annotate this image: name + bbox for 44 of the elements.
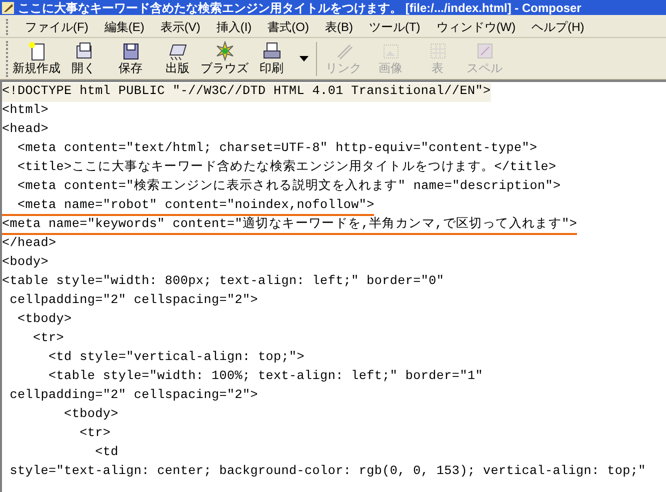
code-line: <meta name="keywords" content="適切なキーワードを,半角カンマ,で区切って入れます"> (2, 216, 578, 235)
toolbar-button[interactable]: 出版 (154, 38, 201, 78)
code-line: <table style="width: 100%; text-align: left;" border="1" (48, 368, 483, 385)
code-line: <td (94, 444, 118, 461)
spell-check-icon (474, 41, 494, 61)
menu-item[interactable]: 書式(O) (260, 16, 317, 38)
menu-item[interactable]: ファイル(F) (17, 16, 96, 38)
new-document-icon (26, 41, 46, 61)
code-line: <meta name="robot" content="noindex,nofollow"> (2, 197, 374, 216)
source-editor[interactable] (0, 80, 666, 492)
code-line: <td style="vertical-align: top;"> (48, 349, 305, 366)
code-line: cellpadding="2" cellspacing="2"> (8, 387, 258, 404)
menu-item[interactable]: 挿入(I) (208, 16, 260, 38)
code-line: <body> (2, 254, 49, 271)
code-line: <head> (2, 121, 49, 138)
code-line: style="text-align: center; background-color: rgb(0, 0, 153); vertical-align: top;" (8, 463, 646, 480)
window-title: ここに大事なキーワード含めたな検索エンジン用タイトルをつけます。 [file:/.../index.html] - Composer (18, 2, 582, 14)
menu-item[interactable]: ヘルプ(H) (524, 16, 592, 38)
starburst-icon (214, 41, 234, 61)
code-line: <tbody> (63, 406, 118, 423)
toolbar-button[interactable]: 保存 (107, 38, 154, 78)
toolbar-button[interactable]: ブラウズ (201, 38, 248, 78)
code-line: <title>ここに大事なキーワード含めたな検索エンジン用タイトルをつけます。</title> (16, 159, 556, 176)
code-line: <meta content="検索エンジンに表示される説明文を入れます" name="description"> (16, 178, 561, 195)
toolbar-button[interactable]: 新規作成 (13, 38, 60, 78)
menu-item[interactable]: 表(B) (316, 16, 361, 38)
code-line: <tr> (78, 425, 111, 442)
code-line: <html> (2, 102, 49, 119)
menu-item[interactable]: ツール(T) (360, 16, 428, 38)
toolbar-button[interactable]: 開く (60, 38, 107, 78)
quill-pen-icon (2, 2, 14, 14)
code-line: cellpadding="2" cellspacing="2"> (8, 292, 258, 309)
menu-item[interactable]: 編集(E) (96, 16, 152, 38)
code-line: <table style="width: 800px; text-align: left;" border="0" (2, 273, 444, 290)
menu-item[interactable]: ウィンドウ(W) (428, 16, 524, 38)
toolbar-button[interactable]: 印刷 (248, 38, 295, 78)
code-line: <tr> (32, 330, 64, 347)
code-line: </head> (2, 235, 56, 252)
menu-item[interactable]: 表示(V) (152, 16, 208, 38)
printer-icon (262, 41, 282, 61)
code-line: <tbody> (16, 311, 72, 328)
table-grid-icon (428, 41, 448, 61)
folder-icon (74, 41, 94, 61)
code-line: <meta content="text/html; charset=UTF-8" http-equiv="content-type"> (16, 140, 538, 157)
